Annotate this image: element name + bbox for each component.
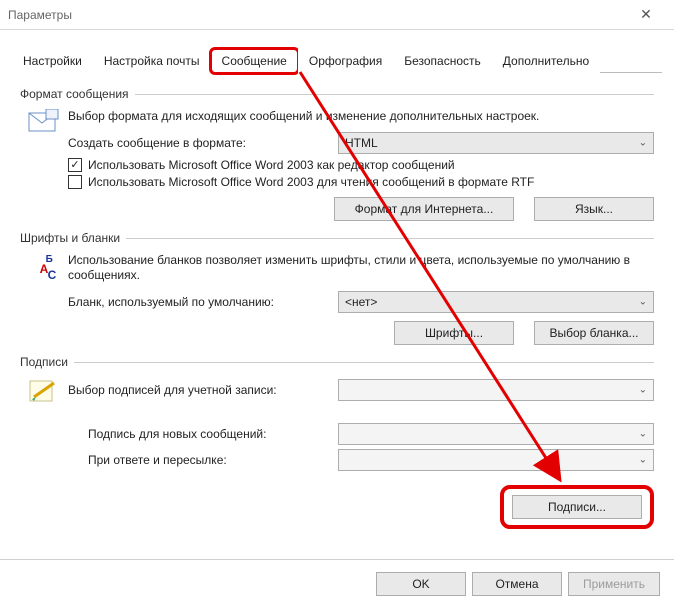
internet-format-button[interactable]: Формат для Интернета... — [334, 197, 514, 221]
choose-blank-button[interactable]: Выбор бланка... — [534, 321, 654, 345]
group-fonts: Шрифты и бланки — [20, 231, 654, 245]
chevron-down-icon: ⌄ — [639, 455, 647, 466]
group-signatures-label: Подписи — [20, 355, 68, 369]
cancel-button[interactable]: Отмена — [472, 572, 562, 596]
fonts-desc: Использование бланков позволяет изменить… — [68, 253, 654, 283]
chevron-down-icon: ⌄ — [639, 297, 647, 308]
tabstrip: Настройки Настройка почты Сообщение Орфо… — [12, 48, 662, 73]
create-format-value: HTML — [345, 136, 378, 150]
blank-label: Бланк, используемый по умолчанию: — [68, 295, 338, 309]
dialog-footer: OK Отмена Применить — [0, 559, 674, 608]
create-format-label: Создать сообщение в формате: — [68, 136, 338, 150]
titlebar: Параметры ✕ — [0, 0, 674, 30]
window-title: Параметры — [8, 8, 626, 22]
fonts-icon: ACБ — [40, 253, 49, 279]
group-format-label: Формат сообщения — [20, 87, 129, 101]
tab-message[interactable]: Сообщение — [211, 49, 298, 73]
language-button[interactable]: Язык... — [534, 197, 654, 221]
sign-reply-label: При ответе и пересылке: — [88, 453, 338, 467]
group-signatures: Подписи — [20, 355, 654, 369]
mail-format-icon — [28, 109, 60, 140]
fonts-button[interactable]: Шрифты... — [394, 321, 514, 345]
group-fonts-label: Шрифты и бланки — [20, 231, 120, 245]
group-format: Формат сообщения — [20, 87, 654, 101]
checkbox-word-editor-label: Использовать Microsoft Office Word 2003 … — [88, 158, 455, 172]
chevron-down-icon: ⌄ — [639, 138, 647, 149]
signatures-button[interactable]: Подписи... — [512, 495, 642, 519]
signatures-button-highlight: Подписи... — [500, 485, 654, 529]
format-desc: Выбор формата для исходящих сообщений и … — [68, 109, 654, 124]
tab-advanced[interactable]: Дополнительно — [492, 49, 600, 73]
close-icon[interactable]: ✕ — [626, 6, 666, 23]
blank-value: <нет> — [345, 295, 377, 309]
sign-new-select[interactable]: ⌄ — [338, 423, 654, 445]
sign-account-label: Выбор подписей для учетной записи: — [68, 383, 338, 397]
sign-new-label: Подпись для новых сообщений: — [88, 427, 338, 441]
checkbox-word-reader-label: Использовать Microsoft Office Word 2003 … — [88, 175, 534, 189]
ok-button[interactable]: OK — [376, 572, 466, 596]
tab-mail-setup[interactable]: Настройка почты — [93, 49, 211, 73]
checkbox-word-reader[interactable] — [68, 175, 82, 189]
signature-icon — [28, 377, 60, 408]
tab-settings[interactable]: Настройки — [12, 49, 93, 73]
apply-button[interactable]: Применить — [568, 572, 660, 596]
content-area: Формат сообщения Выбор формата для исход… — [0, 73, 674, 533]
chevron-down-icon: ⌄ — [639, 385, 647, 396]
tab-spelling[interactable]: Орфография — [298, 49, 393, 73]
create-format-select[interactable]: HTML ⌄ — [338, 132, 654, 154]
checkbox-word-editor[interactable]: ✓ — [68, 158, 82, 172]
blank-select[interactable]: <нет> ⌄ — [338, 291, 654, 313]
tab-security[interactable]: Безопасность — [393, 49, 492, 73]
sign-reply-select[interactable]: ⌄ — [338, 449, 654, 471]
sign-account-select[interactable]: ⌄ — [338, 379, 654, 401]
chevron-down-icon: ⌄ — [639, 429, 647, 440]
